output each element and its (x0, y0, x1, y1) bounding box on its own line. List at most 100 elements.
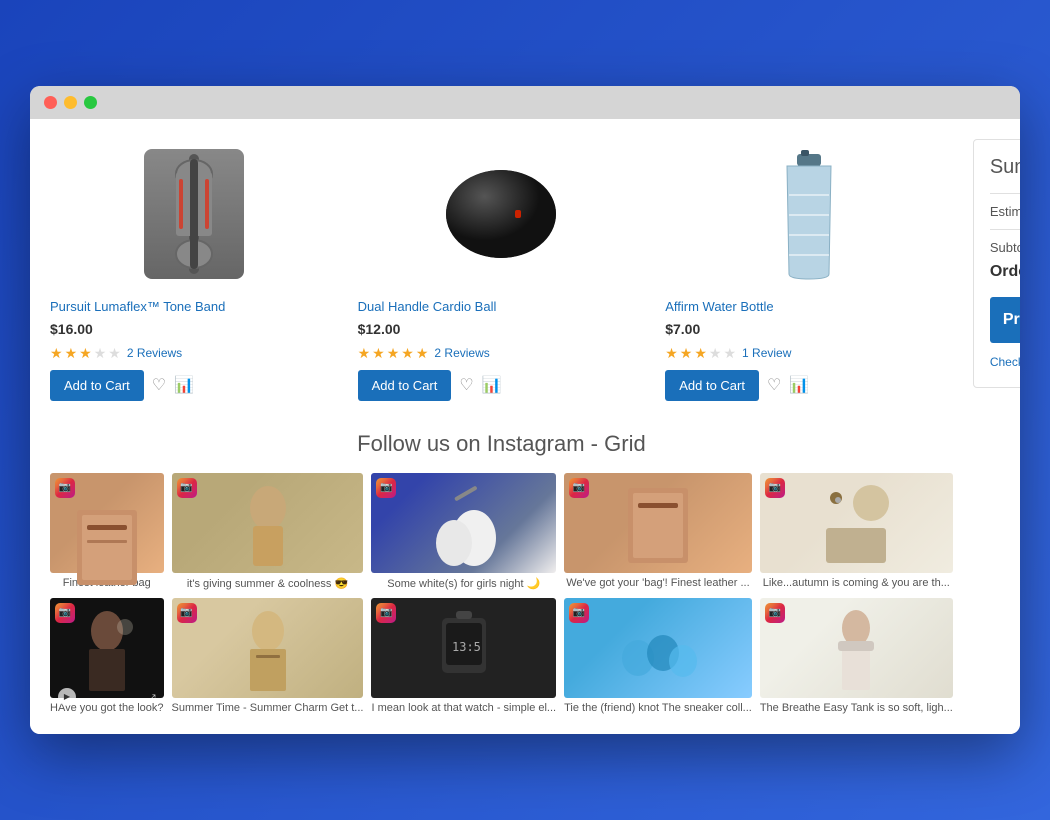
product-actions: Add to Cart ♡ 📊 (665, 370, 953, 401)
minimize-button[interactable] (64, 96, 77, 109)
product-price: $7.00 (665, 321, 953, 337)
instagram-icon: 📷 (569, 478, 589, 498)
product-card: Pursuit Lumaflex™ Tone Band $16.00 ★ ★ ★… (50, 139, 338, 401)
maximize-button[interactable] (84, 96, 97, 109)
instagram-item[interactable]: 📷 Like...autumn is coming & you are th..… (760, 473, 953, 590)
instagram-icon: 📷 (376, 603, 396, 623)
instagram-image (564, 473, 752, 573)
instagram-image: 13:5 (371, 598, 556, 698)
product-price: $12.00 (358, 321, 646, 337)
product-card: Dual Handle Cardio Ball $12.00 ★ ★ ★ ★ ★… (358, 139, 646, 401)
star-2: ★ (65, 345, 78, 362)
product-image-container (358, 139, 646, 289)
star-3: ★ (79, 345, 92, 362)
product-name[interactable]: Affirm Water Bottle (665, 299, 953, 316)
instagram-caption: We've got your 'bag'! Finest leather ... (564, 577, 752, 589)
play-icon[interactable]: ▶ (58, 688, 76, 706)
wishlist-icon[interactable]: ♡ (152, 375, 166, 395)
instagram-section: Follow us on Instagram - Grid (50, 431, 953, 714)
product-image-container (50, 139, 338, 289)
add-to-cart-button[interactable]: Add to Cart (665, 370, 759, 401)
instagram-item[interactable]: 📷 We've got your 'bag'! Finest leather .… (564, 473, 752, 590)
star-2: ★ (680, 345, 693, 362)
star-3: ★ (387, 345, 400, 362)
instagram-grid: 📷 Finest leather bag 📷 it's (50, 473, 953, 714)
instagram-item[interactable]: 📷 The Breathe Easy Tank is so soft, ligh… (760, 598, 953, 714)
add-to-cart-button[interactable]: Add to Cart (50, 370, 144, 401)
star-1: ★ (50, 345, 63, 362)
browser-titlebar (30, 86, 1020, 119)
instagram-caption: I mean look at that watch - simple el... (371, 702, 556, 714)
reviews-link[interactable]: 1 Review (742, 346, 791, 360)
estimate-shipping-label: Estimate Shipping and Tax (990, 204, 1020, 219)
star-4: ★ (401, 345, 414, 362)
multi-address-link[interactable]: Check Out with Multiple Addresses (990, 355, 1020, 369)
instagram-item[interactable]: 📷 Tie the (friend) knot The sneaker coll… (564, 598, 752, 714)
main-layout: Pursuit Lumaflex™ Tone Band $16.00 ★ ★ ★… (50, 139, 1000, 714)
product-rating: ★ ★ ★ ★ ★ 2 Reviews (50, 345, 338, 362)
instagram-image (760, 598, 953, 698)
product-name[interactable]: Pursuit Lumaflex™ Tone Band (50, 299, 338, 316)
instagram-icon: 📷 (55, 478, 75, 498)
star-1: ★ (358, 345, 371, 362)
compare-icon[interactable]: 📊 (482, 375, 502, 395)
product-card: Affirm Water Bottle $7.00 ★ ★ ★ ★ ★ 1 Re… (665, 139, 953, 401)
instagram-icon: 📷 (55, 603, 75, 623)
summary-title: Summary (990, 156, 1020, 179)
star-4: ★ (94, 345, 107, 362)
instagram-item[interactable]: 13:5 📷 I mean look at that watch - simpl… (371, 598, 556, 714)
star-2: ★ (372, 345, 385, 362)
star-1: ★ (665, 345, 678, 362)
star-3: ★ (694, 345, 707, 362)
star-4: ★ (709, 345, 722, 362)
subtotal-label: Subtotal (990, 240, 1020, 255)
instagram-item[interactable]: 📷 Some white(s) for girls night 🌙 (371, 473, 556, 590)
estimate-shipping-row[interactable]: Estimate Shipping and Tax ∨ (990, 193, 1020, 230)
order-total-label: Order Total (990, 263, 1020, 281)
expand-icon[interactable]: ⤢ (147, 693, 156, 706)
star-5: ★ (108, 345, 121, 362)
instagram-item[interactable]: 📷 Finest leather bag (50, 473, 164, 590)
instagram-icon: 📷 (765, 478, 785, 498)
instagram-caption: Tie the (friend) knot The sneaker coll..… (564, 702, 752, 714)
instagram-icon: 📷 (376, 478, 396, 498)
star-5: ★ (723, 345, 736, 362)
instagram-icon: 📷 (765, 603, 785, 623)
product-price: $16.00 (50, 321, 338, 337)
instagram-caption: The Breathe Easy Tank is so soft, ligh..… (760, 702, 953, 714)
product-rating: ★ ★ ★ ★ ★ 1 Review (665, 345, 953, 362)
instagram-image (371, 473, 556, 573)
svg-text:13:5: 13:5 (452, 640, 481, 654)
instagram-caption: Like...autumn is coming & you are th... (760, 577, 953, 589)
product-image-1 (144, 149, 244, 279)
instagram-image (564, 598, 752, 698)
reviews-link[interactable]: 2 Reviews (434, 346, 489, 360)
subtotal-row: Subtotal $34.00 (990, 240, 1020, 255)
instagram-image (760, 473, 953, 573)
compare-icon[interactable]: 📊 (174, 375, 194, 395)
reviews-link[interactable]: 2 Reviews (127, 346, 182, 360)
product-rating: ★ ★ ★ ★ ★ 2 Reviews (358, 345, 646, 362)
instagram-icon: 📷 (177, 478, 197, 498)
star-5: ★ (416, 345, 429, 362)
instagram-item[interactable]: 📷 ▶ ⤢ HAve you got the look? (50, 598, 164, 714)
instagram-caption: Some white(s) for girls night 🌙 (371, 577, 556, 590)
product-name[interactable]: Dual Handle Cardio Ball (358, 299, 646, 316)
products-grid: Pursuit Lumaflex™ Tone Band $16.00 ★ ★ ★… (50, 139, 953, 401)
wishlist-icon[interactable]: ♡ (459, 375, 473, 395)
add-to-cart-button[interactable]: Add to Cart (358, 370, 452, 401)
instagram-item[interactable]: 📷 it's giving summer & coolness 😎 (172, 473, 364, 590)
compare-icon[interactable]: 📊 (789, 375, 809, 395)
checkout-button[interactable]: Proceed to Checkout (990, 297, 1020, 343)
instagram-caption: it's giving summer & coolness 😎 (172, 577, 364, 590)
instagram-item[interactable]: 📷 Summer Time - Summer Charm Get t... (172, 598, 364, 714)
product-actions: Add to Cart ♡ 📊 (358, 370, 646, 401)
instagram-icon: 📷 (569, 603, 589, 623)
browser-content: Pursuit Lumaflex™ Tone Band $16.00 ★ ★ ★… (30, 119, 1020, 734)
product-image-container (665, 139, 953, 289)
instagram-icon: 📷 (177, 603, 197, 623)
close-button[interactable] (44, 96, 57, 109)
instagram-title: Follow us on Instagram - Grid (50, 431, 953, 457)
instagram-image (172, 598, 364, 698)
wishlist-icon[interactable]: ♡ (767, 375, 781, 395)
